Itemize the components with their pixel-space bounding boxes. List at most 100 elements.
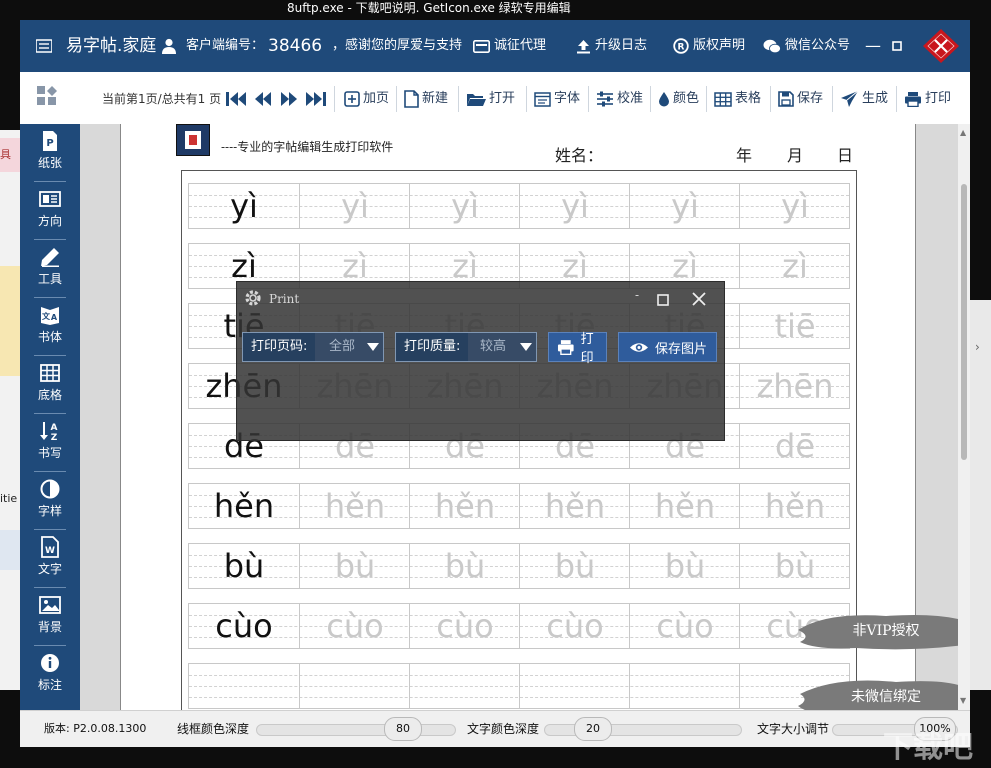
syllable-model: bù (189, 544, 299, 588)
print-dialog-title: Print (269, 292, 299, 306)
syllable-trace (519, 664, 630, 708)
svg-text:P: P (46, 138, 53, 149)
close-icon (922, 28, 960, 64)
layout-grid-icon[interactable] (36, 86, 58, 106)
calibrate-button[interactable]: 校准 (596, 89, 643, 109)
syllable-trace: yì (409, 184, 520, 228)
wechat-icon (763, 39, 781, 54)
menu-icon[interactable] (36, 20, 52, 72)
background-label-itie: itie (0, 492, 17, 505)
gear-icon (243, 288, 263, 308)
first-page-button[interactable] (226, 89, 246, 109)
new-button[interactable]: 新建 (404, 89, 448, 109)
vertical-scrollbar[interactable]: ▲ ▼ (958, 124, 970, 710)
svg-text:Z: Z (51, 433, 58, 442)
upgrade-log-link[interactable]: 升级日志 (576, 20, 647, 72)
syllable-trace: bù (739, 544, 850, 588)
thanks-text: ，感谢您的厚爱与支持 (332, 20, 462, 72)
scroll-thumb[interactable] (961, 184, 967, 460)
frame-depth-knob[interactable]: 80 (384, 717, 422, 741)
color-button[interactable]: 颜色 (658, 89, 699, 109)
sidebar-item-tools[interactable]: 工具 (20, 240, 80, 298)
upload-icon (576, 39, 591, 54)
practice-row (188, 663, 850, 709)
syllable-trace: cùo (629, 604, 740, 648)
close-logo-button[interactable] (922, 28, 960, 64)
font-icon (534, 92, 551, 107)
sidebar-item-paper[interactable]: P 纸张 (20, 124, 80, 182)
scroll-down-icon[interactable]: ▼ (960, 696, 966, 705)
syllable-trace: hěn (299, 484, 410, 528)
agent-link[interactable]: 诚征代理 (473, 20, 546, 72)
sidebar-item-background[interactable]: 背景 (20, 588, 80, 646)
syllable-model: yì (189, 184, 299, 228)
id-card-icon (473, 40, 490, 53)
frame-depth-slider[interactable] (256, 724, 456, 736)
folder-open-icon (466, 92, 486, 107)
grid-icon (39, 362, 61, 384)
next-page-button[interactable] (280, 89, 298, 109)
dialog-minimize-button[interactable]: - (635, 288, 639, 302)
maximize-button[interactable] (892, 20, 902, 72)
info-icon (39, 652, 61, 674)
sort-az-icon: AZ (39, 420, 61, 442)
background-window-right: › (969, 300, 991, 690)
save-icon (778, 91, 794, 107)
generate-button[interactable]: 生成 (840, 89, 888, 109)
paper-icon: P (39, 130, 61, 152)
syllable-trace (299, 664, 410, 708)
prev-page-button[interactable] (254, 89, 272, 109)
text-depth-knob[interactable]: 20 (574, 717, 612, 741)
practice-row: bùbùbùbùbùbù (188, 543, 850, 589)
print-button[interactable]: 打印 (904, 89, 951, 109)
table-button[interactable]: 表格 (714, 89, 761, 109)
sidebar-item-text[interactable]: W 文字 (20, 530, 80, 588)
dialog-maximize-icon[interactable] (657, 294, 669, 306)
save-image-button[interactable]: 保存图片 (618, 332, 717, 362)
open-button[interactable]: 打开 (466, 89, 515, 109)
sidebar-item-script-style[interactable]: 文A 书体 (20, 298, 80, 356)
wechat-link[interactable]: 微信公众号 (763, 20, 850, 72)
add-page-button[interactable]: 加页 (344, 89, 389, 109)
syllable-trace: zhēn (739, 364, 850, 408)
scroll-up-icon[interactable]: ▲ (960, 128, 966, 137)
background-window-left: 具 itie (0, 130, 22, 690)
table-icon (714, 92, 732, 107)
syllable-model: hěn (189, 484, 299, 528)
vip-stamp: 非VIP授权 (796, 610, 958, 652)
copyright-link[interactable]: R 版权声明 (673, 20, 745, 72)
direction-icon (39, 188, 61, 210)
practice-row: cùocùocùocùocùocùo (188, 603, 850, 649)
syllable-trace: bù (519, 544, 630, 588)
date-day: 日 (837, 142, 853, 166)
date-month: 月 (787, 142, 803, 166)
last-page-button[interactable] (306, 89, 326, 109)
syllable-trace: tiē (739, 304, 850, 348)
status-bar: 版本: P2.0.08.1300 线框颜色深度 80 文字颜色深度 20 文字大… (20, 710, 970, 747)
sidebar-item-annotation[interactable]: 标注 (20, 646, 80, 704)
minimize-button[interactable]: — (865, 20, 881, 72)
sidebar-item-base-grid[interactable]: 底格 (20, 356, 80, 414)
add-page-icon (344, 91, 360, 107)
print-page-select[interactable]: 打印页码: 全部 (242, 332, 384, 362)
dialog-print-button[interactable]: 打印 (548, 332, 607, 362)
app-logo (176, 124, 210, 156)
sidebar-item-direction[interactable]: 方向 (20, 182, 80, 240)
frame-depth-label: 线框颜色深度 (177, 711, 249, 747)
print-quality-select[interactable]: 打印质量: 较高 (395, 332, 537, 362)
syllable-trace: hěn (629, 484, 740, 528)
svg-text:A: A (51, 313, 58, 322)
background-label-tool: 具 (0, 146, 11, 162)
new-file-icon (404, 90, 419, 108)
font-button[interactable]: 字体 (534, 89, 580, 109)
sidebar: P 纸张 方向 工具 文A 书体 底格 AZ 书写 字样 W 文字 (20, 124, 80, 710)
sidebar-item-writing[interactable]: AZ 书写 (20, 414, 80, 472)
text-depth-label: 文字颜色深度 (467, 711, 539, 747)
sidebar-item-sample[interactable]: 字样 (20, 472, 80, 530)
print-dialog-titlebar[interactable]: Print - (237, 282, 724, 314)
print-page-label: 打印页码: (243, 333, 315, 361)
syllable-trace: yì (519, 184, 630, 228)
save-button[interactable]: 保存 (778, 89, 823, 109)
dialog-close-icon[interactable] (692, 292, 706, 306)
syllable-trace (629, 664, 740, 708)
